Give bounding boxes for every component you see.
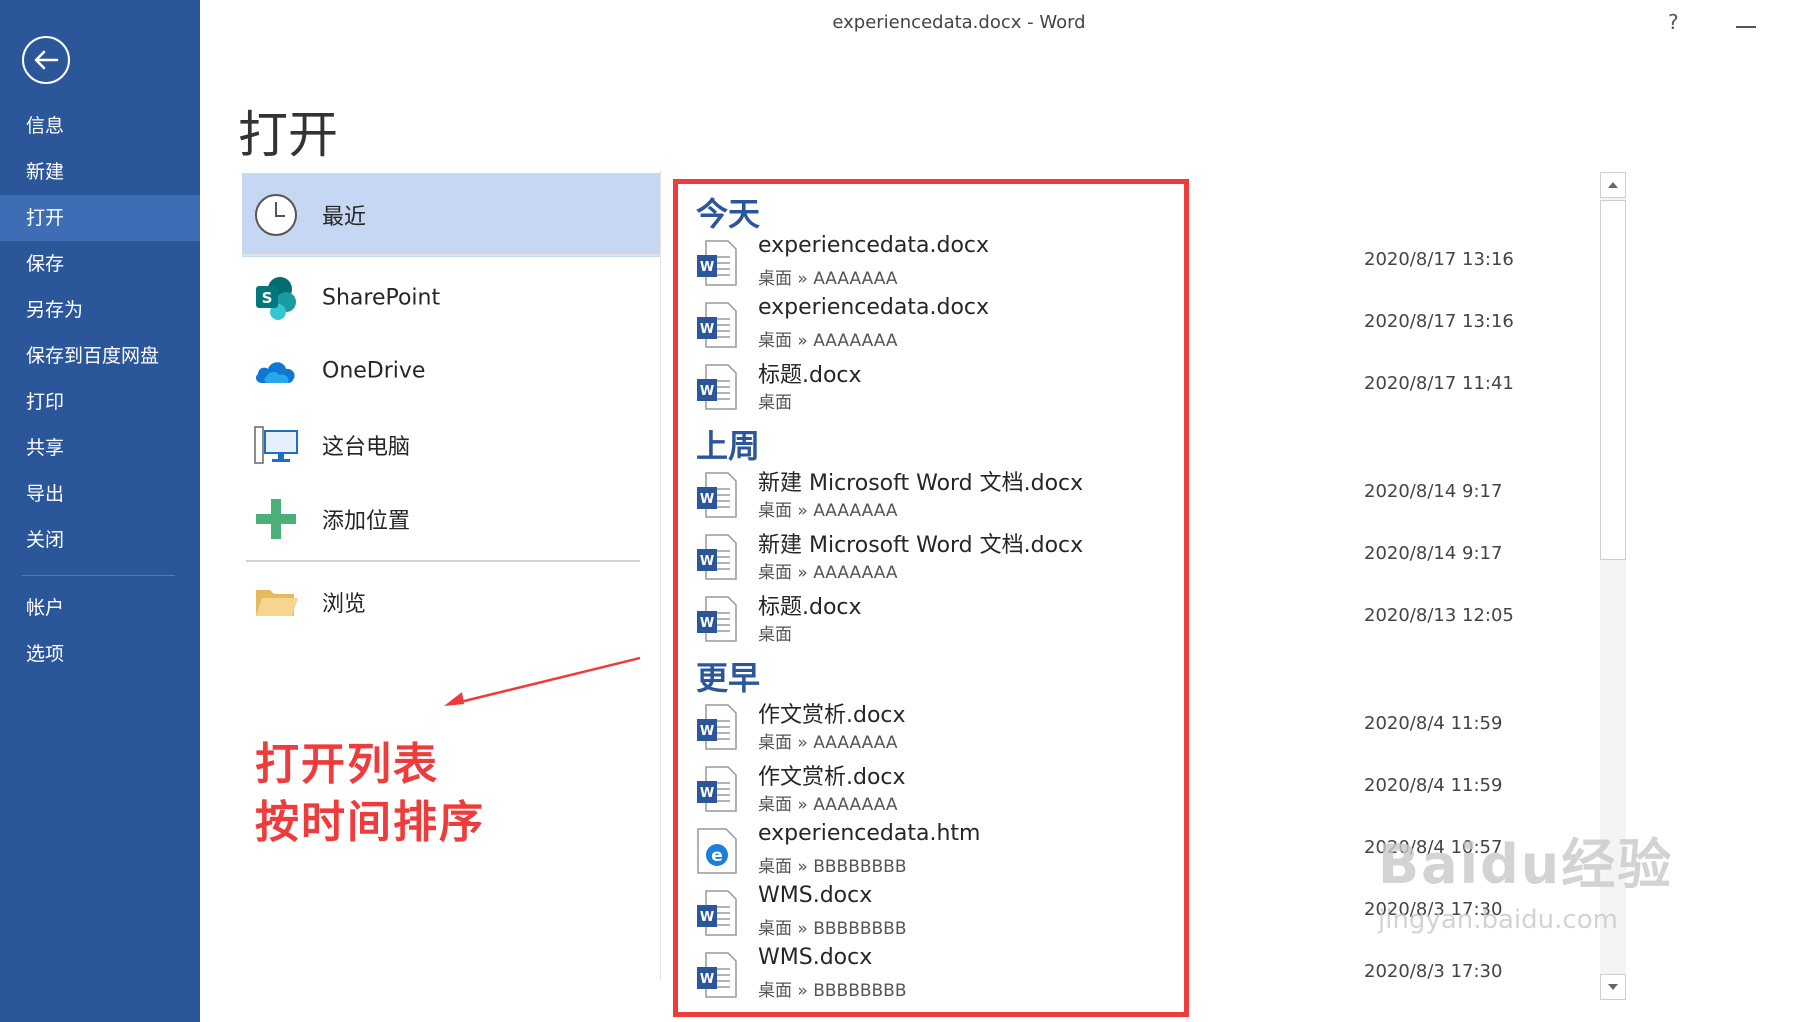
scroll-down-button[interactable]	[1600, 974, 1626, 1000]
location-label: 这台电脑	[322, 435, 411, 460]
nav-item-account[interactable]: 帐户	[0, 585, 200, 631]
computer-icon	[254, 426, 298, 464]
nav-item-info[interactable]: 信息	[0, 103, 200, 149]
clock-icon	[255, 194, 297, 236]
nav-item-export[interactable]: 导出	[0, 471, 200, 517]
back-button[interactable]	[22, 36, 70, 84]
sharepoint-icon: S	[256, 277, 296, 320]
minimize-button[interactable]	[1736, 26, 1756, 28]
watermark-logo: Baidu经验	[1378, 833, 1674, 896]
file-date: 2020/8/4 11:59	[1364, 775, 1503, 796]
nav-item-print[interactable]: 打印	[0, 379, 200, 425]
nav-item-options[interactable]: 选项	[0, 631, 200, 677]
plus-icon	[256, 499, 296, 539]
location-label: 浏览	[322, 592, 367, 617]
location-onedrive[interactable]: OneDrive	[242, 335, 660, 407]
location-label: 添加位置	[322, 509, 411, 534]
location-label: OneDrive	[322, 358, 426, 384]
file-date: 2020/8/17 11:41	[1364, 373, 1514, 394]
file-date: 2020/8/14 9:17	[1364, 543, 1503, 564]
chevron-down-icon	[1608, 984, 1618, 990]
file-date: 2020/8/13 12:05	[1364, 605, 1514, 626]
panel-separator	[660, 170, 661, 980]
divider	[246, 560, 640, 562]
file-date: 2020/8/4 11:59	[1364, 713, 1503, 734]
file-date: 2020/8/3 17:30	[1364, 961, 1503, 982]
nav-item-save-as[interactable]: 另存为	[0, 287, 200, 333]
annotation-line-2: 按时间排序	[255, 797, 485, 848]
nav-item-save[interactable]: 保存	[0, 241, 200, 287]
watermark-url: jingyan.baidu.com	[1378, 905, 1618, 935]
svg-text:S: S	[262, 289, 273, 307]
location-this-pc[interactable]: 这台电脑	[242, 409, 660, 481]
back-arrow-icon	[34, 50, 59, 70]
window-title: experiencedata.docx - Word	[832, 12, 1086, 33]
chevron-up-icon	[1608, 182, 1618, 188]
location-sharepoint[interactable]: S SharePoint	[242, 262, 660, 334]
nav-item-open[interactable]: 打开	[0, 195, 200, 241]
location-label: SharePoint	[322, 285, 441, 311]
location-add-place[interactable]: 添加位置	[242, 483, 660, 555]
backstage-nav: 信息 新建 打开 保存 另存为 保存到百度网盘 打印 共享 导出 关闭 帐户 选…	[0, 0, 200, 1022]
scroll-up-button[interactable]	[1600, 172, 1626, 198]
help-button[interactable]: ?	[1668, 10, 1679, 34]
annotation-line-1: 打开列表	[255, 739, 439, 790]
location-label: 最近	[322, 205, 367, 230]
annotation-arrow	[444, 656, 641, 706]
divider	[242, 254, 660, 256]
nav-divider	[22, 575, 175, 576]
nav-item-save-to-baidu[interactable]: 保存到百度网盘	[0, 333, 200, 379]
nav-item-new[interactable]: 新建	[0, 149, 200, 195]
nav-item-close[interactable]: 关闭	[0, 517, 200, 563]
nav-item-share[interactable]: 共享	[0, 425, 200, 471]
page-title: 打开	[238, 106, 338, 164]
file-date: 2020/8/14 9:17	[1364, 481, 1503, 502]
location-recent[interactable]: 最近	[242, 173, 660, 257]
location-browse[interactable]: 浏览	[242, 566, 660, 638]
folder-icon	[256, 590, 298, 616]
scroll-thumb[interactable]	[1600, 200, 1626, 560]
annotation-highlight-box	[673, 179, 1189, 1017]
watermark: Baidu经验 jingyan.baidu.com	[1378, 820, 1673, 935]
onedrive-icon	[255, 362, 295, 383]
file-date: 2020/8/17 13:16	[1364, 249, 1514, 270]
file-date: 2020/8/17 13:16	[1364, 311, 1514, 332]
